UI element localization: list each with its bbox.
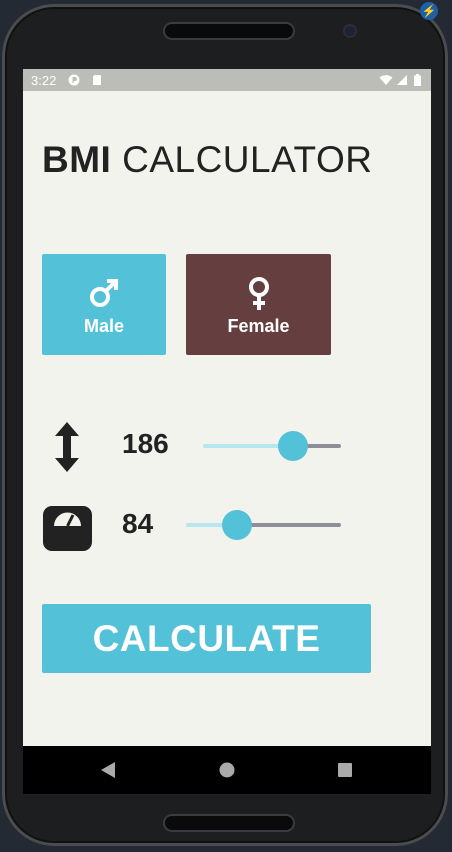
signal-icon bbox=[397, 75, 407, 85]
page-title: BMI CALCULATOR bbox=[42, 139, 372, 181]
female-button[interactable]: Female bbox=[186, 254, 331, 355]
calculate-button[interactable]: CALCULATE bbox=[42, 604, 371, 673]
emulator-bolt-icon: ⚡ bbox=[420, 2, 438, 20]
height-slider[interactable] bbox=[203, 431, 341, 461]
female-label: Female bbox=[227, 316, 290, 336]
app-screen: 3:22 BMI CALCULATOR Male Female 186 84 C… bbox=[23, 69, 431, 746]
notification-app-icon bbox=[68, 74, 80, 86]
male-label: Male bbox=[83, 316, 125, 336]
wifi-icon bbox=[379, 75, 393, 85]
height-arrows-icon bbox=[55, 422, 79, 472]
home-circle-icon[interactable] bbox=[219, 762, 235, 778]
title-rest: CALCULATOR bbox=[122, 139, 373, 180]
female-symbol-icon bbox=[248, 277, 269, 310]
status-bar: 3:22 bbox=[23, 69, 431, 91]
battery-icon bbox=[414, 74, 421, 86]
sd-card-icon bbox=[93, 75, 101, 85]
male-button[interactable]: Male bbox=[42, 254, 166, 355]
male-symbol-icon bbox=[90, 279, 118, 307]
height-value: 186 bbox=[122, 428, 169, 459]
weight-slider-thumb[interactable] bbox=[222, 510, 252, 540]
status-time: 3:22 bbox=[31, 73, 57, 88]
weight-value: 84 bbox=[122, 508, 154, 539]
height-slider-thumb[interactable] bbox=[278, 431, 308, 461]
title-bold: BMI bbox=[42, 139, 112, 180]
scale-icon bbox=[43, 506, 92, 551]
weight-slider-inactive-track bbox=[237, 523, 341, 527]
weight-slider[interactable] bbox=[186, 510, 341, 540]
front-camera bbox=[345, 26, 355, 36]
back-triangle-icon[interactable] bbox=[99, 760, 117, 780]
recents-square-icon[interactable] bbox=[337, 762, 353, 778]
android-nav-bar bbox=[23, 746, 431, 794]
top-speaker bbox=[165, 24, 293, 38]
bottom-speaker bbox=[165, 816, 293, 830]
